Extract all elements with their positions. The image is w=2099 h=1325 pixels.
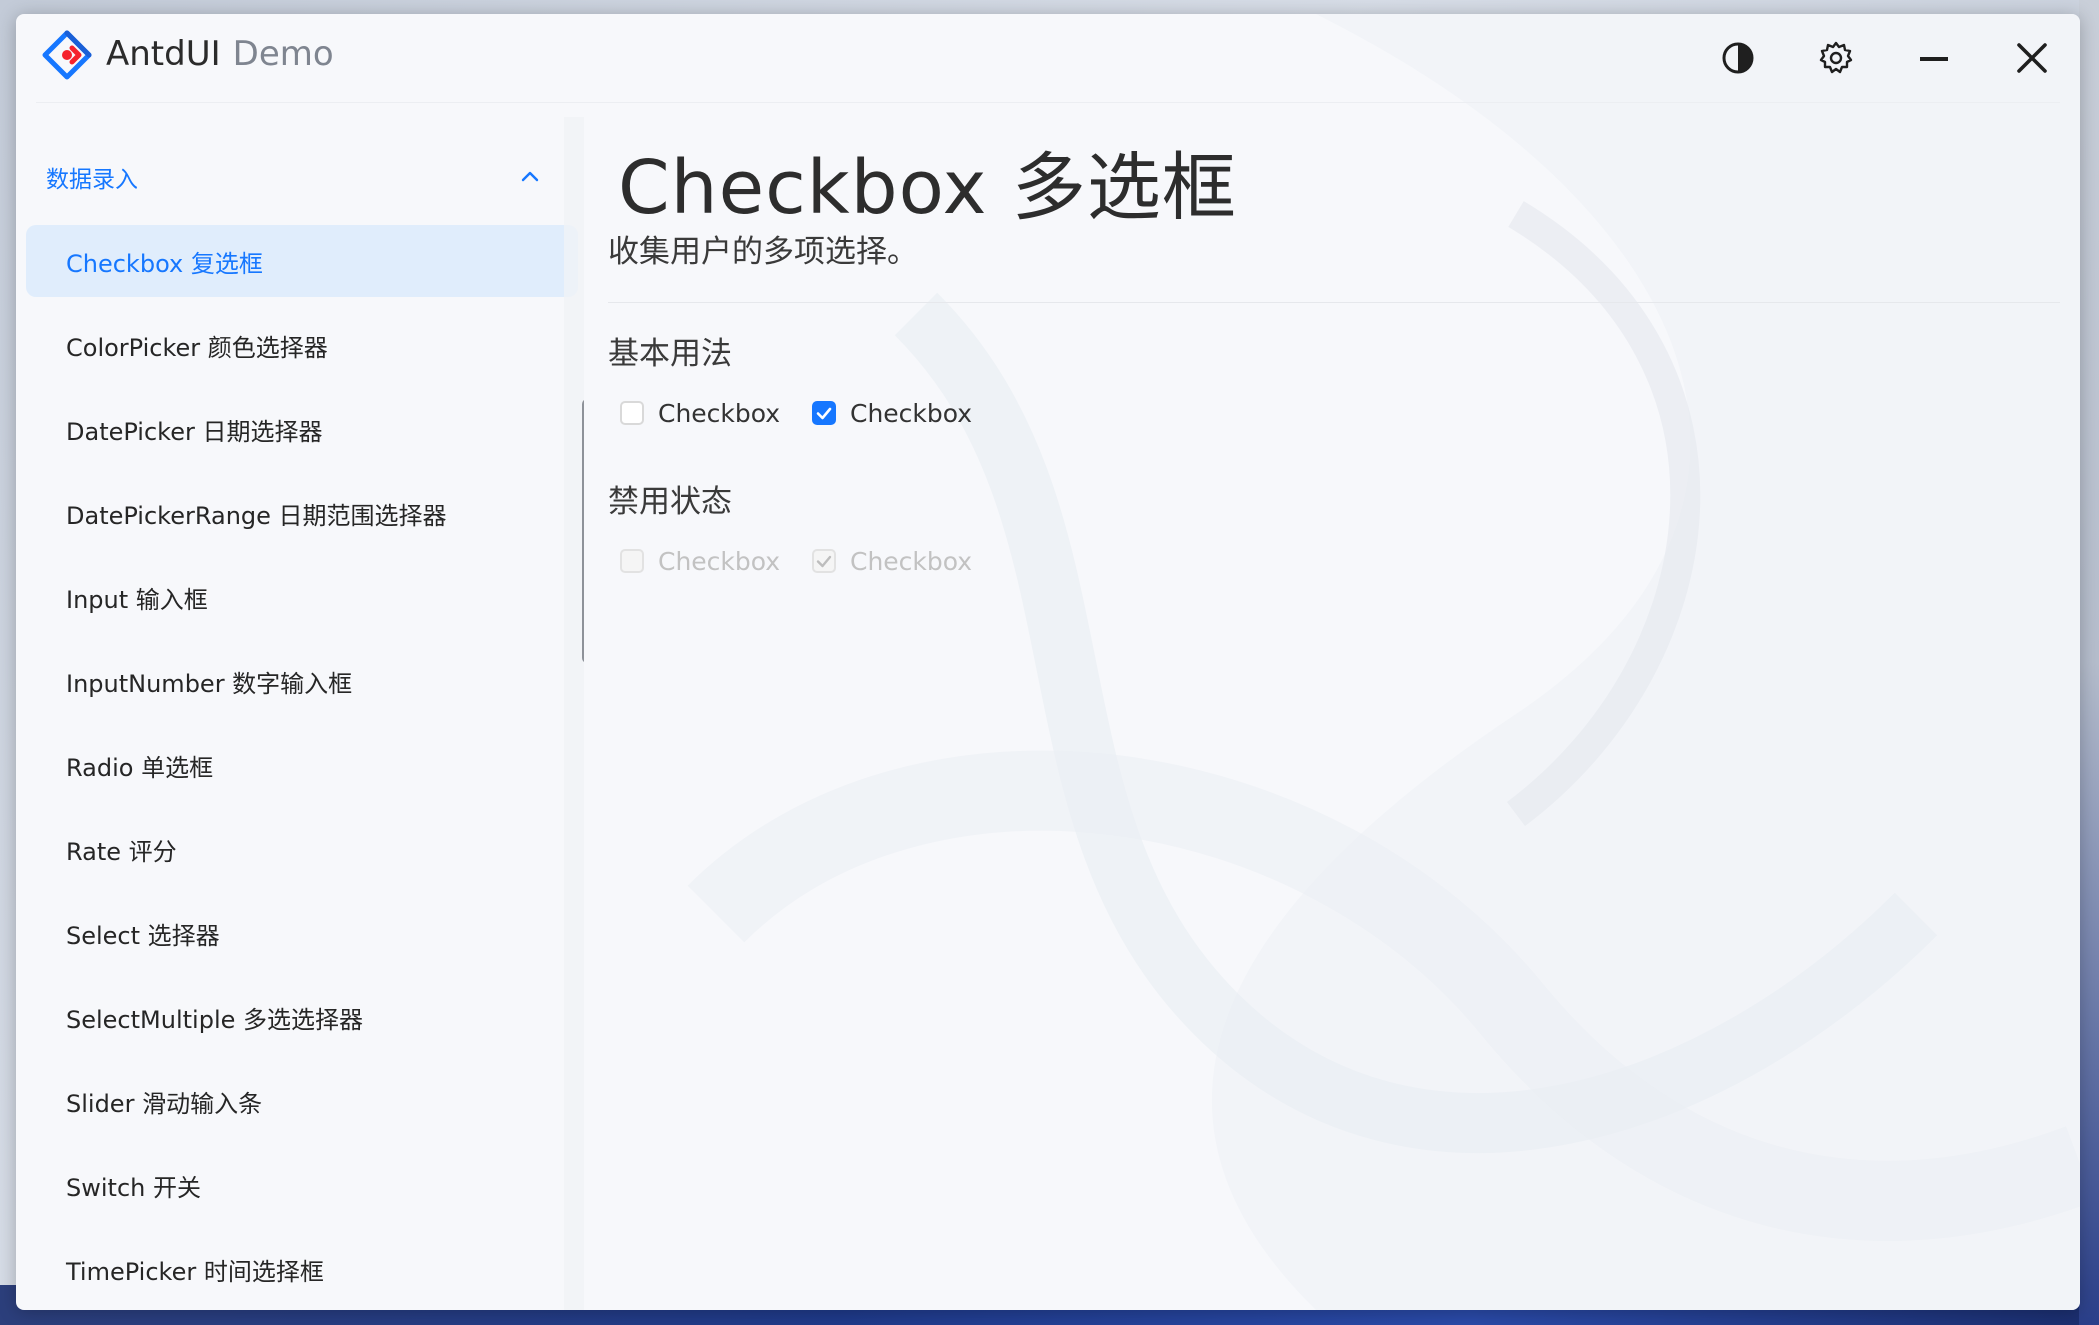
chevron-up-icon bbox=[521, 171, 539, 182]
page-title: Checkbox 多选框 bbox=[618, 145, 1237, 231]
section-title-basic: 基本用法 bbox=[608, 336, 732, 372]
menu-group-label: 数据录入 bbox=[46, 167, 138, 193]
section-title-disabled: 禁用状态 bbox=[608, 484, 732, 520]
sidebar-item-datepickerrange[interactable]: DatePickerRange 日期范围选择器 bbox=[26, 477, 578, 549]
sidebar-item-radio[interactable]: Radio 单选框 bbox=[26, 729, 578, 801]
sidebar-item-label: DatePicker 日期选择器 bbox=[66, 417, 323, 446]
menu-group-header[interactable]: 数据录入 bbox=[24, 147, 564, 207]
sidebar-item-rate[interactable]: Rate 评分 bbox=[26, 813, 578, 885]
desktop-edge bbox=[2079, 0, 2099, 1325]
checkbox-basic-checked[interactable]: Checkbox bbox=[812, 395, 972, 431]
settings-button[interactable] bbox=[1804, 26, 1868, 90]
close-icon bbox=[2017, 43, 2047, 73]
sidebar-item-label: Switch 开关 bbox=[66, 1173, 201, 1202]
sidebar-item-label: InputNumber 数字输入框 bbox=[66, 669, 353, 698]
sidebar-item-colorpicker[interactable]: ColorPicker 颜色选择器 bbox=[26, 309, 578, 381]
sidebar-item-inputnumber[interactable]: InputNumber 数字输入框 bbox=[26, 645, 578, 717]
sidebar: 数据录入 Checkbox 复选框 ColorPicker 颜色选择器 Date… bbox=[24, 117, 584, 1310]
checkbox-disabled-checked: Checkbox bbox=[812, 543, 972, 579]
gear-icon bbox=[1819, 41, 1853, 74]
page-subtitle: 收集用户的多项选择。 bbox=[608, 234, 918, 270]
close-button[interactable] bbox=[2000, 26, 2064, 90]
checkbox-disabled-unchecked: Checkbox bbox=[620, 543, 780, 579]
minimize-button[interactable] bbox=[1902, 26, 1966, 90]
antd-logo-icon bbox=[42, 30, 92, 80]
checkmark-icon bbox=[816, 555, 832, 568]
checkbox-box bbox=[812, 401, 836, 425]
sidebar-item-label: Slider 滑动输入条 bbox=[66, 1089, 263, 1118]
main-content: Checkbox 多选框 收集用户的多项选择。 基本用法 Checkbox Ch… bbox=[596, 114, 2076, 1304]
sidebar-scrollbar-thumb[interactable] bbox=[582, 399, 584, 663]
checkbox-label: Checkbox bbox=[658, 398, 781, 428]
checkbox-basic-unchecked[interactable]: Checkbox bbox=[620, 395, 780, 431]
checkbox-label: Checkbox bbox=[658, 546, 781, 576]
sidebar-item-checkbox[interactable]: Checkbox 复选框 bbox=[26, 225, 578, 297]
sidebar-item-label: Input 输入框 bbox=[66, 585, 208, 614]
sidebar-item-label: Checkbox 复选框 bbox=[66, 249, 263, 278]
sidebar-item-timepicker[interactable]: TimePicker 时间选择框 bbox=[26, 1233, 578, 1305]
sidebar-item-datepicker[interactable]: DatePicker 日期选择器 bbox=[26, 393, 578, 465]
sidebar-item-label: DatePickerRange 日期范围选择器 bbox=[66, 501, 447, 530]
checkbox-box bbox=[812, 549, 836, 573]
sidebar-item-selectmultiple[interactable]: SelectMultiple 多选选择器 bbox=[26, 981, 578, 1053]
sidebar-item-input[interactable]: Input 输入框 bbox=[26, 561, 578, 633]
minimize-icon bbox=[1920, 57, 1948, 61]
sidebar-item-label: ColorPicker 颜色选择器 bbox=[66, 333, 328, 362]
app-title: AntdUI Demo bbox=[106, 28, 334, 80]
sidebar-scrollbar-track[interactable] bbox=[564, 117, 584, 1310]
checkmark-icon bbox=[816, 407, 832, 420]
sidebar-item-select[interactable]: Select 选择器 bbox=[26, 897, 578, 969]
sidebar-item-switch[interactable]: Switch 开关 bbox=[26, 1149, 578, 1221]
sidebar-item-slider[interactable]: Slider 滑动输入条 bbox=[26, 1065, 578, 1137]
sidebar-item-label: Select 选择器 bbox=[66, 921, 220, 950]
title-divider bbox=[36, 102, 2060, 103]
sidebar-item-label: SelectMultiple 多选选择器 bbox=[66, 1005, 363, 1034]
sidebar-item-label: Rate 评分 bbox=[66, 837, 177, 866]
content-divider bbox=[608, 302, 2060, 303]
checkbox-box bbox=[620, 401, 644, 425]
app-window: AntdUI Demo 数据录入 Checkbox 复选框 ColorPicke… bbox=[16, 14, 2080, 1310]
checkbox-label: Checkbox bbox=[850, 398, 973, 428]
checkbox-box bbox=[620, 549, 644, 573]
app-name: AntdUI bbox=[106, 34, 221, 74]
theme-toggle-button[interactable] bbox=[1706, 26, 1770, 90]
app-suffix: Demo bbox=[232, 34, 334, 74]
sidebar-item-label: Radio 单选框 bbox=[66, 753, 214, 782]
checkbox-label: Checkbox bbox=[850, 546, 973, 576]
contrast-icon bbox=[1722, 42, 1754, 74]
sidebar-item-label: TimePicker 时间选择框 bbox=[66, 1257, 324, 1286]
title-bar: AntdUI Demo bbox=[16, 14, 2080, 102]
